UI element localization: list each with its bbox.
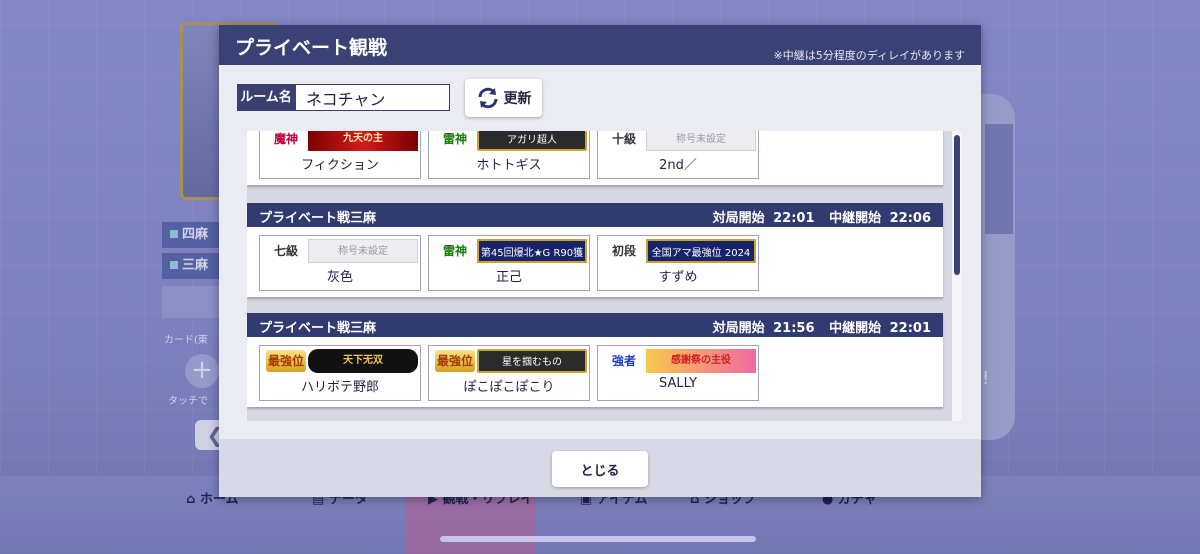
match-header: プライベート戦三麻 対局開始 21:56 中継開始 22:01 — [247, 313, 943, 337]
match-card[interactable]: プライベート戦三麻 対局開始 21:56 中継開始 22:01 最強位 天下无双… — [247, 313, 943, 407]
rank-badge: 七級 — [273, 244, 298, 258]
private-watch-dialog: プライベート観戦 ※中継は5分程度のディレイがあります ルーム名 更新 魔神 九… — [219, 25, 981, 497]
match-card[interactable]: 魔神 九天の主 フィクション 雷神 アガリ超人 ホトトギス 十級 称号未設定 2… — [247, 131, 943, 185]
player-card: 強者 感謝祭の主役 SALLY — [597, 345, 759, 401]
delay-note: ※中継は5分程度のディレイがあります — [773, 49, 965, 62]
relay-label: 中継開始 — [829, 211, 882, 226]
match-card[interactable]: プライベート戦三麻 対局開始 22:01 中継開始 22:06 七級 称号未設定… — [247, 203, 943, 297]
player-row: 魔神 九天の主 フィクション 雷神 アガリ超人 ホトトギス 十級 称号未設定 2… — [247, 131, 943, 185]
relay-time: 22:06 — [889, 211, 931, 226]
player-name: フィクション — [301, 158, 379, 173]
player-name: ハリボテ野郎 — [300, 380, 379, 395]
player-name: すずめ — [658, 270, 698, 285]
title-badge: アガリ超人 — [477, 131, 587, 151]
rank-badge: 初段 — [611, 244, 636, 258]
refresh-button[interactable]: 更新 — [465, 79, 542, 117]
room-name-input[interactable] — [295, 84, 450, 111]
relay-label: 中継開始 — [829, 321, 882, 336]
player-card: 最強位 星を掴むもの ぽこぽこぽこり — [428, 345, 590, 401]
start-label: 対局開始 — [712, 211, 765, 226]
player-card: 魔神 九天の主 フィクション — [259, 131, 421, 179]
player-row: 七級 称号未設定 灰色 雷神 第45回爆北★G R90獲得ランク26位 正己 初… — [247, 227, 943, 297]
title-badge: 感謝祭の主役 — [646, 349, 756, 373]
title-badge: 第45回爆北★G R90獲得ランク26位 — [477, 239, 587, 283]
rank-badge: 雷神 — [442, 132, 467, 146]
player-card: 雷神 アガリ超人 ホトトギス — [428, 131, 590, 179]
scrollbar-thumb[interactable] — [954, 135, 960, 275]
dialog-title: プライベート観戦 — [235, 37, 388, 59]
player-name: ホトトギス — [476, 158, 542, 173]
rank-badge: 雷神 — [442, 244, 467, 258]
rank-badge: 強者 — [611, 354, 636, 368]
room-name-label: ルーム名 — [237, 84, 295, 111]
match-list[interactable]: 魔神 九天の主 フィクション 雷神 アガリ超人 ホトトギス 十級 称号未設定 2… — [247, 131, 962, 421]
title-badge: 九天の主 — [308, 131, 418, 151]
player-name: 2nd／ — [659, 158, 697, 173]
player-name: 灰色 — [326, 270, 353, 285]
start-time: 21:56 — [773, 321, 815, 336]
player-card: 十級 称号未設定 2nd／ — [597, 131, 759, 179]
title-badge: 天下无双 — [308, 349, 418, 373]
rank-badge: 魔神 — [273, 132, 298, 146]
start-label: 対局開始 — [712, 321, 765, 336]
player-card: 最強位 天下无双 ハリボテ野郎 — [259, 345, 421, 401]
player-card: 雷神 第45回爆北★G R90獲得ランク26位 正己 — [428, 235, 590, 291]
player-card: 初段 全国アマ最強位 2024 MJ挑戦者 すずめ — [597, 235, 759, 291]
match-times: 対局開始 21:56 中継開始 22:01 — [709, 317, 931, 336]
title-badge: 全国アマ最強位 2024 MJ挑戦者 — [646, 239, 756, 283]
player-row: 最強位 天下无双 ハリボテ野郎 最強位 星を掴むもの ぽこぽこぽこり 強者 感謝… — [247, 337, 943, 407]
player-name: 正己 — [495, 270, 522, 285]
match-type: プライベート戦三麻 — [259, 211, 377, 226]
dialog-header: プライベート観戦 ※中継は5分程度のディレイがあります — [219, 25, 981, 65]
player-name: SALLY — [658, 376, 698, 391]
refresh-icon — [478, 87, 497, 109]
player-name: ぽこぽこぽこり — [463, 380, 555, 395]
match-type: プライベート戦三麻 — [259, 321, 377, 336]
title-badge: 称号未設定 — [308, 239, 418, 263]
rank-badge: 最強位 — [435, 350, 475, 372]
title-badge: 称号未設定 — [646, 131, 756, 151]
relay-time: 22:01 — [889, 321, 931, 336]
title-badge: 星を掴むもの — [477, 349, 587, 373]
rank-badge: 最強位 — [266, 350, 306, 372]
player-card: 七級 称号未設定 灰色 — [259, 235, 421, 291]
rank-badge: 十級 — [611, 132, 636, 146]
match-times: 対局開始 22:01 中継開始 22:06 — [709, 207, 931, 226]
match-header: プライベート戦三麻 対局開始 22:01 中継開始 22:06 — [247, 203, 943, 227]
refresh-label: 更新 — [503, 91, 532, 107]
close-button[interactable]: とじる — [552, 451, 648, 487]
start-time: 22:01 — [773, 211, 815, 226]
